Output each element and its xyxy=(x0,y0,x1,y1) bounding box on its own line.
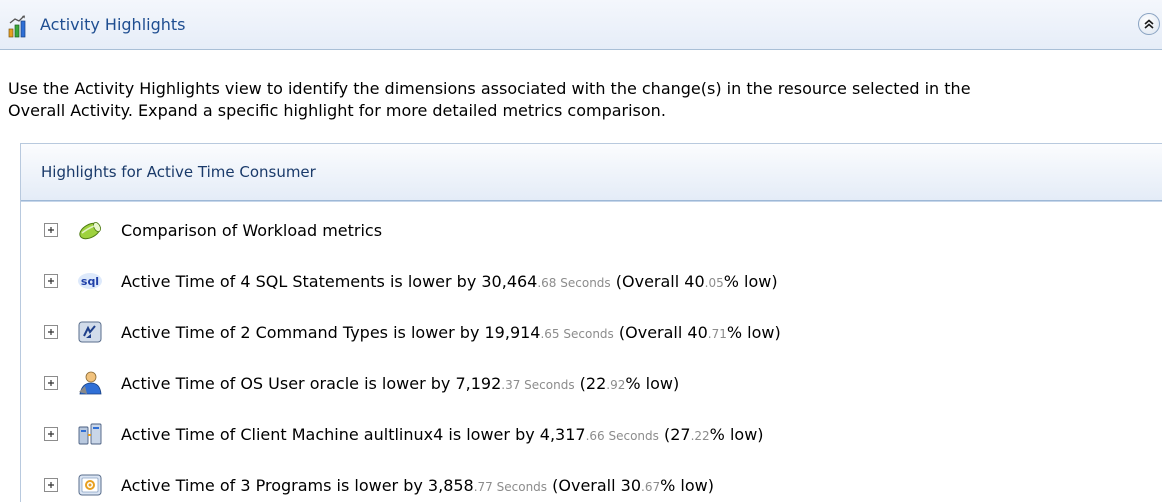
highlight-row[interactable]: Active Time of Client Machine aultlinux4… xyxy=(21,409,1161,459)
highlight-row[interactable]: Comparison of Workload metrics xyxy=(21,205,1161,255)
sql-icon: sql xyxy=(77,268,103,294)
expand-icon[interactable] xyxy=(44,376,58,390)
panel-title: Activity Highlights xyxy=(40,15,186,34)
highlight-text: Active Time of 4 SQL Statements is lower… xyxy=(121,271,778,291)
highlight-text: Comparison of Workload metrics xyxy=(121,220,383,240)
highlight-text: Active Time of 3 Programs is lower by 3,… xyxy=(121,475,714,495)
double-chevron-up-icon xyxy=(1143,15,1155,34)
workload-capsule-icon xyxy=(77,217,103,243)
svg-text:sql: sql xyxy=(81,275,99,288)
command-types-icon xyxy=(77,319,103,345)
highlight-text: Active Time of OS User oracle is lower b… xyxy=(121,373,680,393)
highlight-row[interactable]: Active Time of 2 Command Types is lower … xyxy=(21,307,1161,357)
highlight-row[interactable]: Active Time of OS User oracle is lower b… xyxy=(21,358,1161,408)
highlights-panel: Highlights for Active Time Consumer Comp… xyxy=(20,143,1162,502)
os-user-icon xyxy=(77,370,103,396)
highlight-row[interactable]: sql Active Time of 4 SQL Statements is l… xyxy=(21,256,1161,306)
intro-text: Use the Activity Highlights view to iden… xyxy=(8,78,1148,122)
highlights-title: Highlights for Active Time Consumer xyxy=(41,163,316,181)
collapse-button[interactable] xyxy=(1138,13,1160,35)
expand-icon[interactable] xyxy=(44,274,58,288)
highlight-text: Active Time of Client Machine aultlinux4… xyxy=(121,424,764,444)
expand-icon[interactable] xyxy=(44,223,58,237)
expand-icon[interactable] xyxy=(44,478,58,492)
highlight-row[interactable]: Active Time of 3 Programs is lower by 3,… xyxy=(21,460,1161,502)
activity-chart-icon xyxy=(8,14,32,38)
client-machine-icon xyxy=(77,421,103,447)
panel-header: Activity Highlights xyxy=(0,0,1162,50)
expand-icon[interactable] xyxy=(44,325,58,339)
programs-icon xyxy=(77,472,103,498)
highlight-text: Active Time of 2 Command Types is lower … xyxy=(121,322,781,342)
intro-line-2: Overall Activity. Expand a specific high… xyxy=(8,101,666,120)
highlights-header: Highlights for Active Time Consumer xyxy=(21,144,1162,201)
intro-line-1: Use the Activity Highlights view to iden… xyxy=(8,79,971,98)
expand-icon[interactable] xyxy=(44,427,58,441)
